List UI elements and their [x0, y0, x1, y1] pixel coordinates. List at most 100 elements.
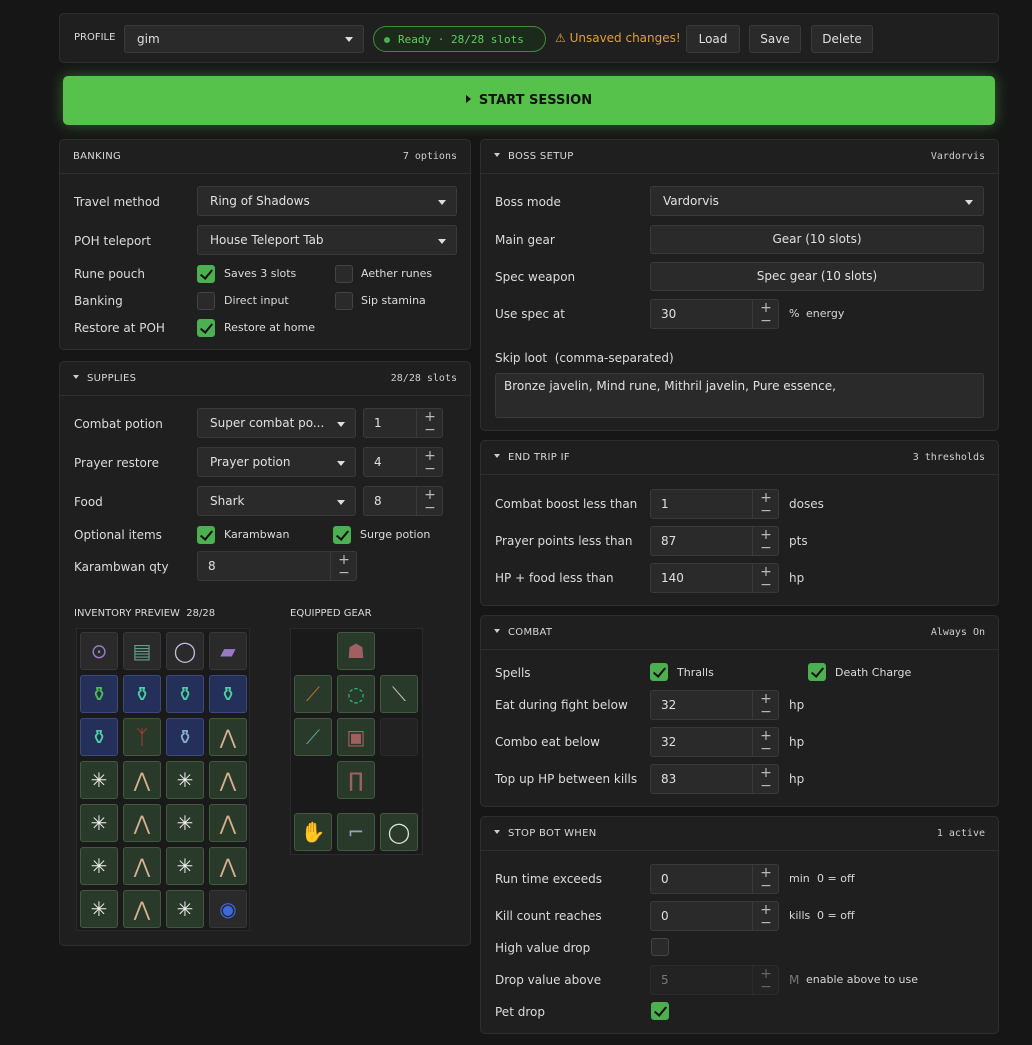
food-slot[interactable]: ⋀: [209, 847, 247, 885]
item-slot[interactable]: ▤: [123, 632, 161, 670]
food-slot[interactable]: ✳: [80, 890, 118, 928]
potion-slot[interactable]: ⚱: [209, 675, 247, 713]
minus-icon[interactable]: −: [753, 504, 779, 518]
potion-slot[interactable]: ⚱: [80, 718, 118, 756]
stepper[interactable]: + −: [752, 300, 778, 328]
end-trip-header[interactable]: END TRIP IF 3 thresholds: [481, 441, 998, 475]
minus-icon[interactable]: −: [753, 578, 779, 592]
poh-teleport-select[interactable]: House Teleport Tab: [197, 225, 457, 255]
stepper[interactable]: + −: [416, 409, 442, 437]
minus-icon[interactable]: −: [417, 423, 443, 437]
feet-slot[interactable]: ⌐: [337, 813, 375, 851]
food-select[interactable]: Shark: [197, 486, 356, 516]
food-slot[interactable]: ✳: [80, 761, 118, 799]
stepper[interactable]: + −: [330, 552, 356, 580]
combat-boost-input[interactable]: 1 + −: [650, 489, 779, 519]
rune-pouch-slot[interactable]: ⊙: [80, 632, 118, 670]
body-slot[interactable]: ▣: [337, 718, 375, 756]
prayer-points-input[interactable]: 87 + −: [650, 526, 779, 556]
food-slot[interactable]: ✳: [166, 847, 204, 885]
combat-header[interactable]: COMBAT Always On: [481, 616, 998, 650]
aether-runes-checkbox[interactable]: [335, 265, 353, 283]
direct-input-checkbox[interactable]: [197, 292, 215, 310]
food-slot[interactable]: ⋀: [123, 890, 161, 928]
prayer-restore-qty[interactable]: 4 + −: [363, 447, 443, 477]
item-slot[interactable]: ◯: [166, 632, 204, 670]
food-slot[interactable]: ✳: [166, 804, 204, 842]
minus-icon[interactable]: −: [753, 916, 779, 930]
start-session-button[interactable]: START SESSION: [63, 76, 995, 125]
supplies-header[interactable]: SUPPLIES 28/28 slots: [60, 362, 470, 396]
food-slot[interactable]: ⋀: [209, 718, 247, 756]
top-up-hp-input[interactable]: 83 + −: [650, 764, 779, 794]
item-slot[interactable]: ▰: [209, 632, 247, 670]
sip-stamina-checkbox[interactable]: [335, 292, 353, 310]
boss-setup-header[interactable]: BOSS SETUP Vardorvis: [481, 140, 998, 174]
minus-icon[interactable]: −: [331, 566, 357, 580]
ring-slot[interactable]: ◯: [380, 813, 418, 851]
item-slot[interactable]: ᛉ: [123, 718, 161, 756]
minus-icon[interactable]: −: [417, 462, 443, 476]
food-slot[interactable]: ✳: [80, 847, 118, 885]
stepper[interactable]: + −: [752, 865, 778, 893]
karambwan-qty[interactable]: 8 + −: [197, 551, 357, 581]
potion-slot[interactable]: ⚱: [166, 718, 204, 756]
restore-home-checkbox[interactable]: [197, 319, 215, 337]
kill-count-input[interactable]: 0 + −: [650, 901, 779, 931]
minus-icon[interactable]: −: [417, 501, 443, 515]
thralls-checkbox[interactable]: [650, 663, 668, 681]
ammo-slot[interactable]: ⟍: [380, 675, 418, 713]
legs-slot[interactable]: ∏: [337, 761, 375, 799]
delete-button[interactable]: Delete: [811, 25, 873, 53]
combat-potion-qty[interactable]: 1 + −: [363, 408, 443, 438]
combo-eat-input[interactable]: 32 + −: [650, 727, 779, 757]
run-time-input[interactable]: 0 + −: [650, 864, 779, 894]
main-gear-button[interactable]: Gear (10 slots): [650, 225, 984, 254]
stop-bot-header[interactable]: STOP BOT WHEN 1 active: [481, 817, 998, 851]
item-slot[interactable]: ◉: [209, 890, 247, 928]
neck-slot[interactable]: ◌: [337, 675, 375, 713]
stepper[interactable]: + −: [752, 765, 778, 793]
stepper[interactable]: + −: [752, 564, 778, 592]
eat-during-fight-input[interactable]: 32 + −: [650, 690, 779, 720]
food-slot[interactable]: ✳: [166, 890, 204, 928]
karambwan-checkbox[interactable]: [197, 526, 215, 544]
potion-slot[interactable]: ⚱: [123, 675, 161, 713]
stepper[interactable]: + −: [752, 728, 778, 756]
stepper[interactable]: + −: [752, 490, 778, 518]
hands-slot[interactable]: ✋: [294, 813, 332, 851]
food-slot[interactable]: ⋀: [123, 804, 161, 842]
spec-gear-button[interactable]: Spec gear (10 slots): [650, 262, 984, 291]
food-slot[interactable]: ⋀: [209, 804, 247, 842]
high-value-drop-checkbox[interactable]: [651, 938, 669, 956]
use-spec-input[interactable]: 30 + −: [650, 299, 779, 329]
minus-icon[interactable]: −: [753, 779, 779, 793]
minus-icon[interactable]: −: [753, 980, 779, 994]
head-slot[interactable]: ☗: [337, 632, 375, 670]
travel-method-select[interactable]: Ring of Shadows: [197, 186, 457, 216]
weapon-slot[interactable]: ⟋: [294, 718, 332, 756]
stepper[interactable]: + −: [416, 487, 442, 515]
surge-potion-checkbox[interactable]: [333, 526, 351, 544]
save-button[interactable]: Save: [749, 25, 801, 53]
food-slot[interactable]: ⋀: [123, 847, 161, 885]
shield-slot[interactable]: [380, 718, 418, 756]
food-slot[interactable]: ✳: [80, 804, 118, 842]
minus-icon[interactable]: −: [753, 314, 779, 328]
potion-slot[interactable]: ⚱: [80, 675, 118, 713]
skip-loot-textarea[interactable]: Bronze javelin, Mind rune, Mithril javel…: [495, 373, 984, 418]
potion-slot[interactable]: ⚱: [166, 675, 204, 713]
saves-slots-checkbox[interactable]: [197, 265, 215, 283]
stepper[interactable]: + −: [416, 448, 442, 476]
stepper[interactable]: + −: [752, 527, 778, 555]
cape-slot[interactable]: ⟋: [294, 675, 332, 713]
hp-food-input[interactable]: 140 + −: [650, 563, 779, 593]
combat-potion-select[interactable]: Super combat po...: [197, 408, 356, 438]
food-slot[interactable]: ⋀: [123, 761, 161, 799]
drop-value-input[interactable]: 5 + −: [650, 965, 779, 995]
pet-drop-checkbox[interactable]: [651, 1002, 669, 1020]
boss-mode-select[interactable]: Vardorvis: [650, 186, 984, 216]
stepper[interactable]: + −: [752, 902, 778, 930]
prayer-restore-select[interactable]: Prayer potion: [197, 447, 356, 477]
food-slot[interactable]: ⋀: [209, 761, 247, 799]
